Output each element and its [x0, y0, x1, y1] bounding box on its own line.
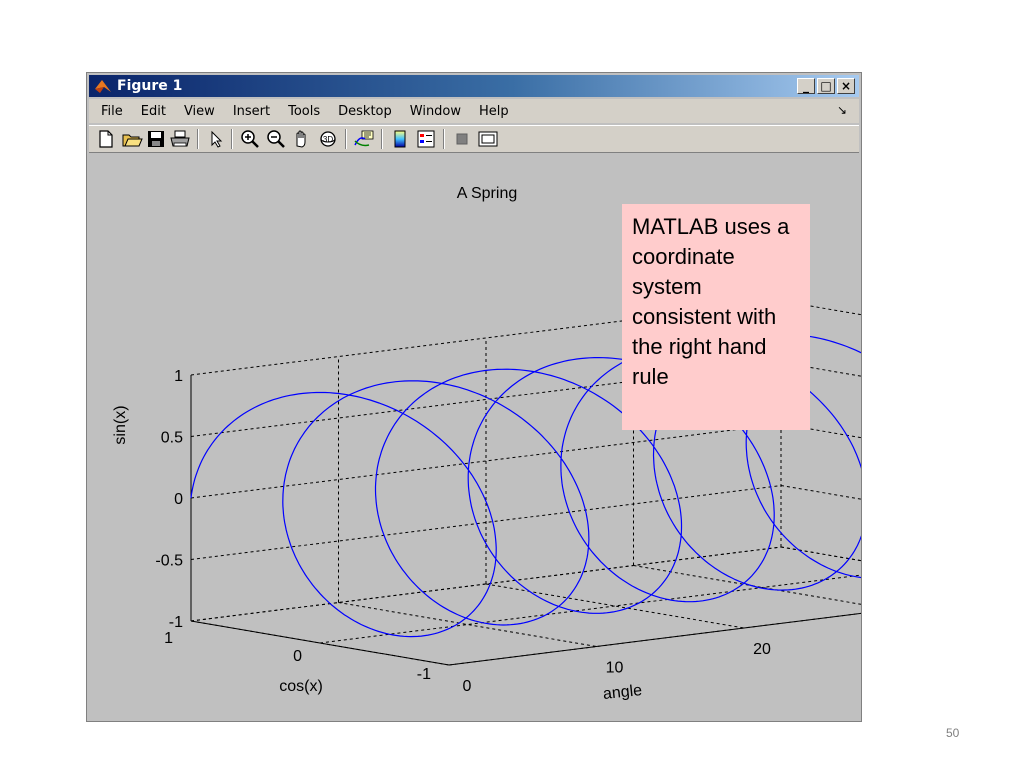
- z-tick-label: 1: [174, 368, 183, 385]
- menu-edit[interactable]: Edit: [132, 104, 175, 119]
- menu-file[interactable]: File: [89, 104, 132, 119]
- show-plot-tools-icon[interactable]: [477, 129, 499, 149]
- zoom-out-icon[interactable]: [265, 129, 287, 149]
- svg-text:3D: 3D: [323, 135, 333, 144]
- window-title: Figure 1: [117, 78, 183, 94]
- menu-tools[interactable]: Tools: [279, 104, 329, 119]
- figure-toolbar: 3D: [89, 125, 859, 153]
- maximize-button[interactable]: □: [817, 78, 835, 94]
- grid-line: [780, 485, 1024, 528]
- data-cursor-icon[interactable]: [353, 129, 375, 149]
- grid-line: [319, 568, 911, 644]
- z-tick-label: -0.5: [155, 553, 183, 570]
- menu-insert[interactable]: Insert: [224, 104, 279, 119]
- close-button[interactable]: ×: [837, 78, 855, 94]
- new-figure-icon[interactable]: [95, 129, 117, 149]
- x-axis-line: [190, 620, 450, 666]
- y-tick-label: 10: [606, 660, 624, 677]
- callout-note: MATLAB uses a coordinate system consiste…: [622, 204, 810, 430]
- select-pointer-icon[interactable]: [205, 129, 227, 149]
- y-axis-label: angle: [602, 682, 643, 703]
- minimize-button[interactable]: _: [797, 78, 815, 94]
- hide-plot-tools-icon[interactable]: [451, 129, 473, 149]
- x-tick-label: 1: [164, 630, 173, 647]
- z-tick-label: 0: [174, 491, 183, 508]
- grid-line: [780, 546, 1024, 589]
- menu-bar: File Edit View Insert Tools Desktop Wind…: [89, 99, 859, 123]
- x-tick-label: 0: [293, 648, 302, 665]
- grid-line: [780, 423, 1024, 466]
- zoom-in-icon[interactable]: [239, 129, 261, 149]
- print-icon[interactable]: [169, 129, 191, 149]
- x-axis-label: cos(x): [279, 678, 323, 695]
- menu-desktop[interactable]: Desktop: [329, 104, 401, 119]
- grid-line: [780, 546, 1024, 589]
- menu-dock-arrow-icon[interactable]: ↘: [837, 103, 847, 117]
- save-icon[interactable]: [145, 129, 167, 149]
- y-tick-label: 20: [753, 641, 771, 658]
- chart-title: A Spring: [457, 185, 517, 202]
- toolbar-separator: [443, 129, 445, 149]
- open-file-icon[interactable]: [121, 129, 143, 149]
- toolbar-separator: [381, 129, 383, 149]
- menu-view[interactable]: View: [175, 104, 224, 119]
- colorbar-icon[interactable]: [389, 129, 411, 149]
- pan-hand-icon[interactable]: [291, 129, 313, 149]
- z-axis-label: sin(x): [112, 405, 129, 444]
- x-tick-label: -1: [417, 666, 431, 683]
- z-tick-label: -1: [169, 614, 183, 631]
- title-bar[interactable]: Figure 1 _ □ ×: [89, 75, 859, 97]
- rotate-3d-icon[interactable]: 3D: [317, 129, 339, 149]
- legend-icon[interactable]: [415, 129, 437, 149]
- toolbar-separator: [197, 129, 199, 149]
- y-axis-line: [448, 592, 1024, 666]
- menu-help[interactable]: Help: [470, 104, 518, 119]
- toolbar-separator: [345, 129, 347, 149]
- grid-line: [485, 583, 745, 629]
- slide-page-number: 50: [946, 726, 960, 740]
- grid-line: [338, 602, 597, 647]
- menu-window[interactable]: Window: [401, 104, 470, 119]
- toolbar-separator: [231, 129, 233, 149]
- grid-line: [633, 565, 892, 610]
- grid-line: [448, 592, 1024, 666]
- y-tick-label: 0: [463, 678, 472, 695]
- matlab-logo-icon: [95, 80, 111, 93]
- z-tick-label: 0.5: [161, 430, 183, 447]
